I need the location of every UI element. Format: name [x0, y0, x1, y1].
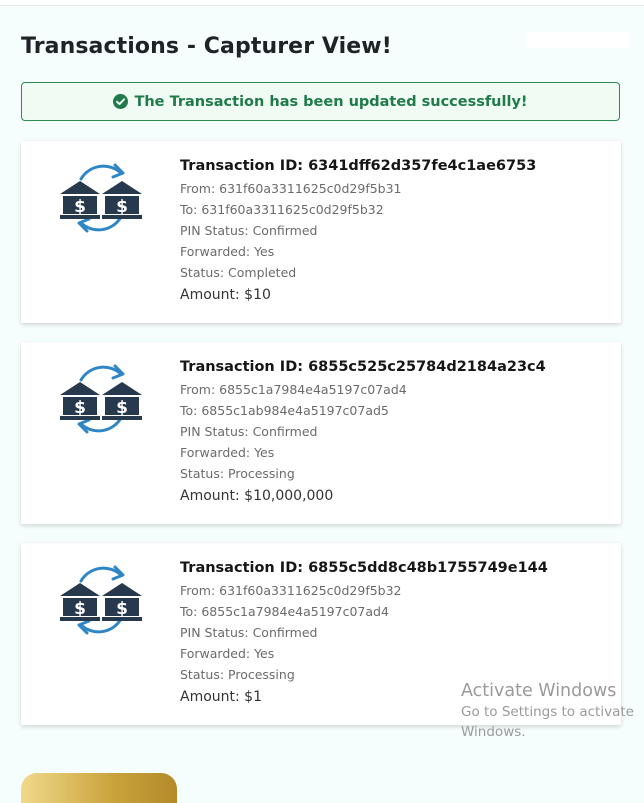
- alert-message: The Transaction has been updated success…: [134, 93, 528, 110]
- transaction-info: Transaction ID: 6855c525c25784d2184a23c4…: [180, 359, 546, 508]
- transaction-id: Transaction ID: 6855c525c25784d2184a23c4: [180, 359, 546, 375]
- transaction-amount: Amount: $10: [180, 287, 271, 303]
- svg-text:$: $: [74, 599, 86, 619]
- bank-transfer-icon: $ $: [59, 360, 143, 436]
- transaction-info: Transaction ID: 6341dff62d357fe4c1ae6753…: [180, 158, 536, 307]
- transaction-status: Status: Processing: [180, 466, 295, 481]
- page-title: Transactions - Capturer View!: [21, 34, 392, 59]
- transaction-forwarded: Forwarded: Yes: [180, 646, 275, 661]
- bank-transfer-icon: $ $: [59, 561, 143, 637]
- svg-text:$: $: [74, 197, 86, 217]
- transaction-status: Status: Completed: [180, 265, 297, 280]
- watermark-line-2: Windows.: [461, 724, 526, 740]
- transaction-forwarded: Forwarded: Yes: [180, 445, 275, 460]
- transaction-pin-status: PIN Status: Confirmed: [180, 223, 318, 238]
- check-circle-icon: [113, 94, 129, 109]
- activate-windows-watermark: Activate Windows Go to Settings to activ…: [461, 680, 634, 742]
- transaction-to: To: 6855c1ab984e4a5197c07ad5: [180, 403, 389, 418]
- svg-text:$: $: [74, 398, 86, 418]
- watermark-line-1: Go to Settings to activate: [461, 704, 634, 720]
- header-placeholder: [526, 32, 630, 48]
- transaction-id: Transaction ID: 6341dff62d357fe4c1ae6753: [180, 158, 537, 174]
- watermark-title: Activate Windows: [461, 681, 617, 701]
- transaction-forwarded: Forwarded: Yes: [180, 244, 275, 259]
- transaction-card[interactable]: $ $ Transaction ID: 6855c525c25784d2184a…: [21, 342, 621, 524]
- svg-text:$: $: [116, 599, 128, 619]
- bottom-action-button[interactable]: [21, 773, 177, 803]
- top-strip: [0, 0, 644, 6]
- transaction-pin-status: PIN Status: Confirmed: [180, 424, 318, 439]
- transaction-to: To: 631f60a3311625c0d29f5b32: [180, 202, 384, 217]
- transaction-to: To: 6855c1a7984e4a5197c07ad4: [180, 604, 389, 619]
- transaction-card[interactable]: $ $ Transaction ID: 6341dff62d357fe4c1ae…: [21, 141, 621, 323]
- bank-transfer-icon: $ $: [59, 159, 143, 235]
- svg-text:$: $: [116, 398, 128, 418]
- transaction-amount: Amount: $10,000,000: [180, 488, 334, 504]
- svg-text:$: $: [116, 197, 128, 217]
- transaction-id: Transaction ID: 6855c5dd8c48b1755749e144: [180, 560, 548, 576]
- transaction-from: From: 6855c1a7984e4a5197c07ad4: [180, 382, 407, 397]
- transaction-from: From: 631f60a3311625c0d29f5b31: [180, 181, 402, 196]
- success-alert: The Transaction has been updated success…: [21, 82, 620, 121]
- transaction-pin-status: PIN Status: Confirmed: [180, 625, 318, 640]
- transaction-from: From: 631f60a3311625c0d29f5b32: [180, 583, 402, 598]
